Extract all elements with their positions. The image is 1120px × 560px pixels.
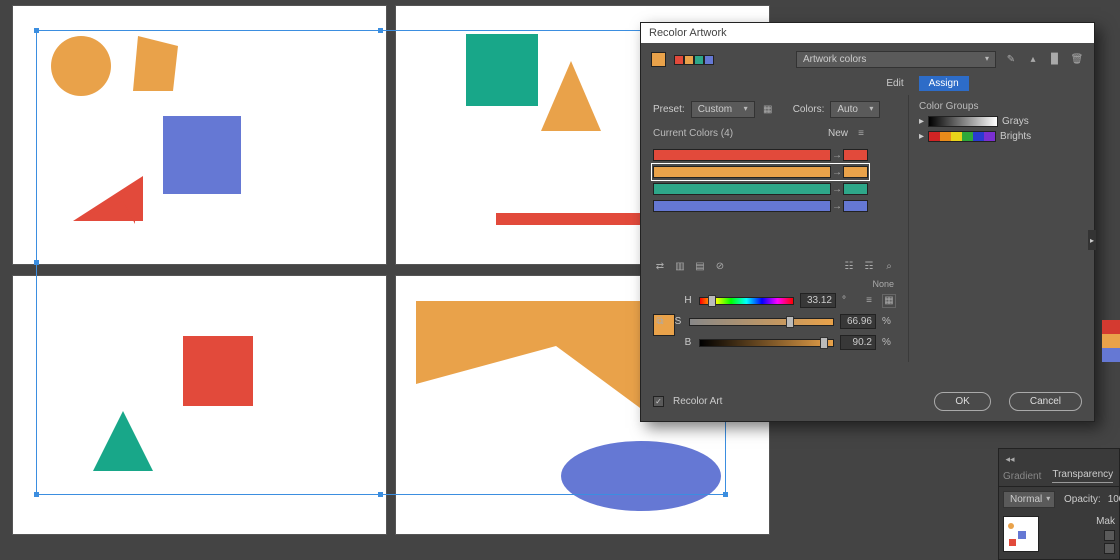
eyedropper-icon[interactable]: ✎ <box>1004 53 1018 67</box>
opacity-value[interactable]: 100% <box>1108 494 1120 505</box>
sat-value[interactable]: 66.96 <box>840 314 876 329</box>
tab-gradient[interactable]: Gradient <box>1003 471 1041 482</box>
mini-swatch <box>674 55 684 65</box>
opacity-label: Opacity: <box>1064 494 1101 505</box>
dock-swatch[interactable] <box>1102 348 1120 362</box>
disclosure-icon[interactable]: ▸ <box>919 131 924 142</box>
chevron-right-icon: ▸ <box>1090 236 1094 245</box>
h-label: H <box>683 295 693 306</box>
preset-label: Preset: <box>653 104 685 115</box>
artboard-3 <box>12 275 387 535</box>
link-icon[interactable]: ⧉ <box>653 315 667 329</box>
color-row[interactable]: → <box>653 182 868 196</box>
artboard-1 <box>12 5 387 265</box>
s-label: S <box>673 316 683 327</box>
find-icon[interactable]: ⌕ <box>882 259 896 273</box>
preset-select[interactable]: Custom <box>691 101 755 118</box>
dock-swatch[interactable] <box>1102 320 1120 334</box>
cancel-button[interactable]: Cancel <box>1009 392 1082 411</box>
trash-icon[interactable]: 🗑 <box>1070 53 1084 67</box>
color-mode-icon[interactable]: ▦ <box>882 294 896 308</box>
make-mask-label[interactable]: Mak <box>1096 516 1115 527</box>
color-group-row[interactable]: ▸ Brights <box>919 131 1084 142</box>
recolor-artwork-dialog[interactable]: Recolor Artwork Artwork colors ✎ ▴ ▉ 🗑 E… <box>640 22 1095 422</box>
tab-assign[interactable]: Assign <box>919 76 969 91</box>
bri-slider[interactable] <box>699 339 834 347</box>
current-colors-label: Current Colors (4) <box>653 128 733 139</box>
color-row[interactable]: → <box>653 165 868 179</box>
slider-menu-icon[interactable]: ≡ <box>862 294 876 308</box>
mini-swatch <box>694 55 704 65</box>
disclosure-icon[interactable]: ▸ <box>919 116 924 127</box>
sort-hue-icon[interactable]: ☷ <box>842 259 856 273</box>
swap-icon[interactable]: ⇄ <box>653 259 667 273</box>
active-color-swatch[interactable] <box>651 52 666 67</box>
recolor-art-label: Recolor Art <box>673 396 722 407</box>
preset-options-icon[interactable]: ▦ <box>761 103 775 117</box>
sat-slider[interactable] <box>689 318 834 326</box>
b-label: B <box>683 337 693 348</box>
mini-swatch-group <box>674 55 714 65</box>
clip-checkbox[interactable] <box>1104 530 1115 541</box>
sort-light-icon[interactable]: ☶ <box>862 259 876 273</box>
recolor-art-checkbox[interactable]: ✓ <box>653 396 664 407</box>
new-label: New <box>828 128 848 139</box>
bri-value[interactable]: 90.2 <box>840 335 876 350</box>
tab-transparency[interactable]: Transparency <box>1052 469 1113 483</box>
brights-preview <box>928 131 996 142</box>
dialog-title[interactable]: Recolor Artwork <box>641 23 1094 43</box>
colors-label: Colors: <box>793 104 825 115</box>
panel-dock-icon[interactable]: ◂◂ <box>1003 452 1017 466</box>
new-group-icon[interactable]: ▴ <box>1026 53 1040 67</box>
colors-count-select[interactable]: Auto <box>830 101 880 118</box>
color-row[interactable]: → <box>653 148 868 162</box>
color-groups-heading: Color Groups <box>919 101 1084 112</box>
color-assignment-list: → → → → <box>653 148 896 213</box>
tab-edit[interactable]: Edit <box>876 76 913 91</box>
folder-icon[interactable]: ▉ <box>1048 53 1062 67</box>
mini-swatch <box>684 55 694 65</box>
ok-button[interactable]: OK <box>934 392 990 411</box>
list-menu-icon[interactable]: ≡ <box>854 126 868 140</box>
dock-swatches <box>1102 320 1120 362</box>
group-name: Grays <box>1002 116 1029 127</box>
transparency-panel[interactable]: ◂◂ Gradient Transparency Normal Opacity:… <box>998 448 1120 560</box>
split-icon[interactable]: ▤ <box>693 259 707 273</box>
blend-mode-select[interactable]: Normal <box>1003 491 1055 508</box>
panel-collapse-handle[interactable]: ▸ <box>1088 230 1096 250</box>
color-group-row[interactable]: ▸ Grays <box>919 116 1084 127</box>
invert-checkbox[interactable] <box>1104 543 1115 554</box>
color-row[interactable]: → <box>653 199 868 213</box>
exclude-icon[interactable]: ⊘ <box>713 259 727 273</box>
mini-swatch <box>704 55 714 65</box>
hue-slider[interactable] <box>699 297 794 305</box>
group-name: Brights <box>1000 131 1031 142</box>
dock-swatch[interactable] <box>1102 334 1120 348</box>
none-label: None <box>872 279 894 289</box>
merge-icon[interactable]: ▥ <box>673 259 687 273</box>
transparency-thumbnail[interactable] <box>1003 516 1039 552</box>
hue-value[interactable]: 33.12 <box>800 293 836 308</box>
grays-preview <box>928 116 998 127</box>
color-group-select[interactable]: Artwork colors <box>796 51 996 68</box>
